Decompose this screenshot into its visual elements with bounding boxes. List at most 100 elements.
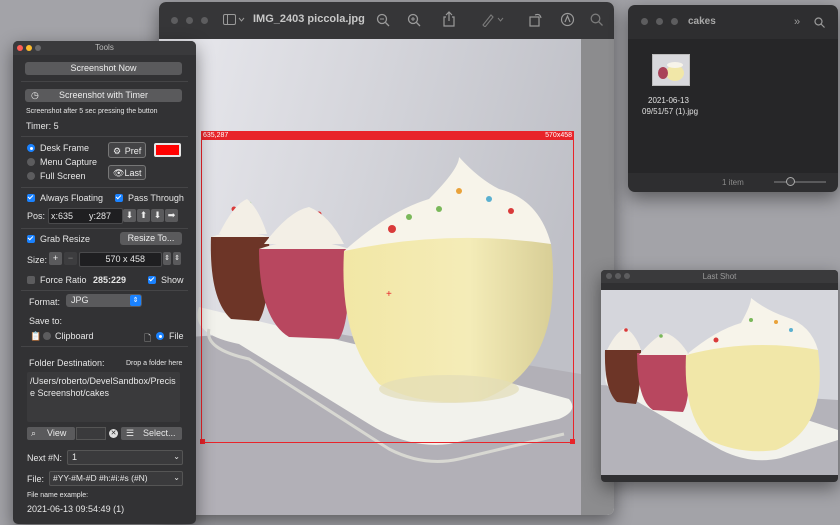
divider — [21, 346, 188, 347]
zoom-dot[interactable] — [35, 45, 41, 51]
clear-icon[interactable]: ✕ — [109, 429, 118, 438]
pos-label: Pos: — [27, 211, 46, 221]
minimize-dot[interactable] — [186, 17, 193, 24]
pos-y-value[interactable]: y:287 — [89, 211, 111, 221]
chevron-down-icon[interactable]: ⌄ — [173, 452, 180, 461]
list-icon: ☰ — [126, 428, 135, 438]
selection-frame[interactable]: 635,287 570x458 + — [200, 131, 575, 444]
divider — [21, 81, 188, 82]
grab-resize-label: Grab Resize — [40, 234, 91, 244]
annotate-icon[interactable] — [560, 12, 575, 27]
show-checkbox[interactable] — [148, 276, 156, 284]
zoom-in-icon[interactable] — [407, 13, 421, 27]
close-dot[interactable] — [17, 45, 23, 51]
last-button[interactable]: 👁 Last — [108, 165, 146, 180]
example-value: 2021-06-13 09:54:49 (1) — [27, 504, 125, 514]
resize-to-button[interactable]: Resize To... — [120, 232, 182, 245]
search-icon[interactable] — [590, 13, 603, 26]
sidebar-icon[interactable] — [223, 14, 245, 26]
finder-content: 2021-06-13 09/51/57 (1).jpg — [628, 39, 838, 173]
desk-frame-radio[interactable] — [27, 144, 35, 152]
plus-icon[interactable]: + — [49, 252, 62, 265]
slider-knob[interactable] — [786, 177, 795, 186]
gear-icon: ⚙ — [113, 146, 122, 156]
pass-through-label: Pass Through — [128, 193, 184, 203]
close-dot[interactable] — [171, 17, 178, 24]
example-label: File name example: — [27, 492, 89, 499]
height-stepper-icon[interactable]: ⇕ — [173, 252, 181, 265]
move-up-icon[interactable]: ⬆ — [137, 209, 150, 222]
size-value[interactable]: 570 x 458 — [105, 254, 145, 264]
format-value: JPG — [71, 295, 89, 305]
folder-path: /Users/roberto/DevelSandbox/Precise Scre… — [30, 376, 176, 398]
screenshot-now-button[interactable]: Screenshot Now — [25, 62, 182, 75]
minimize-dot[interactable] — [26, 45, 32, 51]
file-name-line1: 2021-06-13 — [648, 96, 689, 105]
width-stepper-icon[interactable]: ⇕ — [163, 252, 171, 265]
force-ratio-checkbox[interactable] — [27, 276, 35, 284]
close-dot[interactable] — [641, 18, 648, 25]
finder-status: 1 item — [722, 178, 744, 187]
finder-window: cakes » 2021-06-13 09/51/57 (1).jpg 1 it… — [628, 5, 838, 192]
rotate-icon[interactable] — [529, 12, 543, 27]
minimize-dot[interactable] — [656, 18, 663, 25]
zoom-dot[interactable] — [201, 17, 208, 24]
full-screen-radio[interactable] — [27, 172, 35, 180]
resize-handle-bl[interactable] — [200, 439, 205, 444]
zoom-dot[interactable] — [671, 18, 678, 25]
file-pattern-label: File: — [27, 474, 45, 484]
pref-button[interactable]: ⚙ Pref — [108, 142, 146, 158]
grab-resize-checkbox[interactable] — [27, 235, 35, 243]
move-down-icon[interactable]: ⬇ — [151, 209, 164, 222]
always-floating-label: Always Floating — [40, 193, 104, 203]
divider — [21, 228, 188, 229]
clipboard-radio[interactable] — [43, 332, 51, 340]
magnifier-icon: ⌕ — [31, 428, 37, 438]
frame-color-swatch[interactable] — [154, 143, 181, 157]
size-field[interactable]: 570 x 458 — [79, 252, 162, 267]
markup-icon[interactable] — [481, 13, 505, 27]
format-select[interactable]: JPG ⇕ — [66, 294, 142, 307]
lastshot-window: Last Shot — [601, 270, 838, 482]
zoom-out-icon[interactable] — [376, 13, 390, 27]
folder-path-field[interactable]: /Users/roberto/DevelSandbox/Precise Scre… — [27, 372, 180, 422]
always-floating-checkbox[interactable] — [27, 194, 35, 202]
select-button[interactable]: ☰ Select... — [121, 427, 182, 440]
next-value[interactable]: 1 — [72, 452, 77, 462]
screenshot-timer-button[interactable]: ◷ Screenshot with Timer — [25, 89, 182, 102]
chevron-right-icon[interactable]: » — [794, 17, 800, 28]
next-field[interactable]: 1 ⌄ — [67, 450, 183, 465]
selection-position: 635,287 — [203, 132, 229, 139]
minus-icon[interactable]: − — [64, 252, 77, 265]
move-down-left-icon[interactable]: ⬇ — [123, 209, 136, 222]
format-label: Format: — [29, 297, 61, 307]
move-right-icon[interactable]: ➡ — [165, 209, 178, 222]
resize-handle-br[interactable] — [570, 439, 575, 444]
file-thumbnail[interactable] — [652, 54, 690, 86]
pos-fields[interactable]: x:635 y:287 — [48, 208, 123, 224]
pos-x-value[interactable]: x:635 — [51, 211, 73, 221]
menu-capture-radio[interactable] — [27, 158, 35, 166]
file-option-label: File — [169, 331, 184, 341]
divider — [21, 136, 188, 137]
lastshot-image — [601, 290, 838, 475]
select-label: Select... — [143, 428, 176, 438]
preview-toolbar: IMG_2403 piccola.jpg — [159, 2, 614, 39]
path-mini-field[interactable] — [76, 427, 106, 440]
selection-header: 635,287 570x458 — [201, 131, 574, 140]
divider — [21, 187, 188, 188]
search-icon[interactable] — [814, 17, 825, 28]
timer-label[interactable]: Timer: 5 — [26, 121, 59, 131]
last-label: Last — [124, 168, 142, 178]
pass-through-checkbox[interactable] — [115, 194, 123, 202]
share-icon[interactable] — [443, 11, 455, 27]
file-radio[interactable] — [156, 332, 164, 340]
window-title: IMG_2403 piccola.jpg — [253, 13, 365, 25]
next-label: Next #N: — [27, 453, 63, 463]
file-pattern-field[interactable]: #YY-#M-#D #h:#i:#s (#N) ⌄ — [49, 471, 183, 486]
chevron-down-icon[interactable]: ⌄ — [173, 473, 180, 482]
file-pattern-value[interactable]: #YY-#M-#D #h:#i:#s (#N) — [53, 473, 148, 483]
icon-size-slider[interactable] — [774, 177, 826, 186]
view-button[interactable]: ⌕ View — [27, 427, 75, 440]
crosshair-icon: + — [386, 289, 392, 300]
